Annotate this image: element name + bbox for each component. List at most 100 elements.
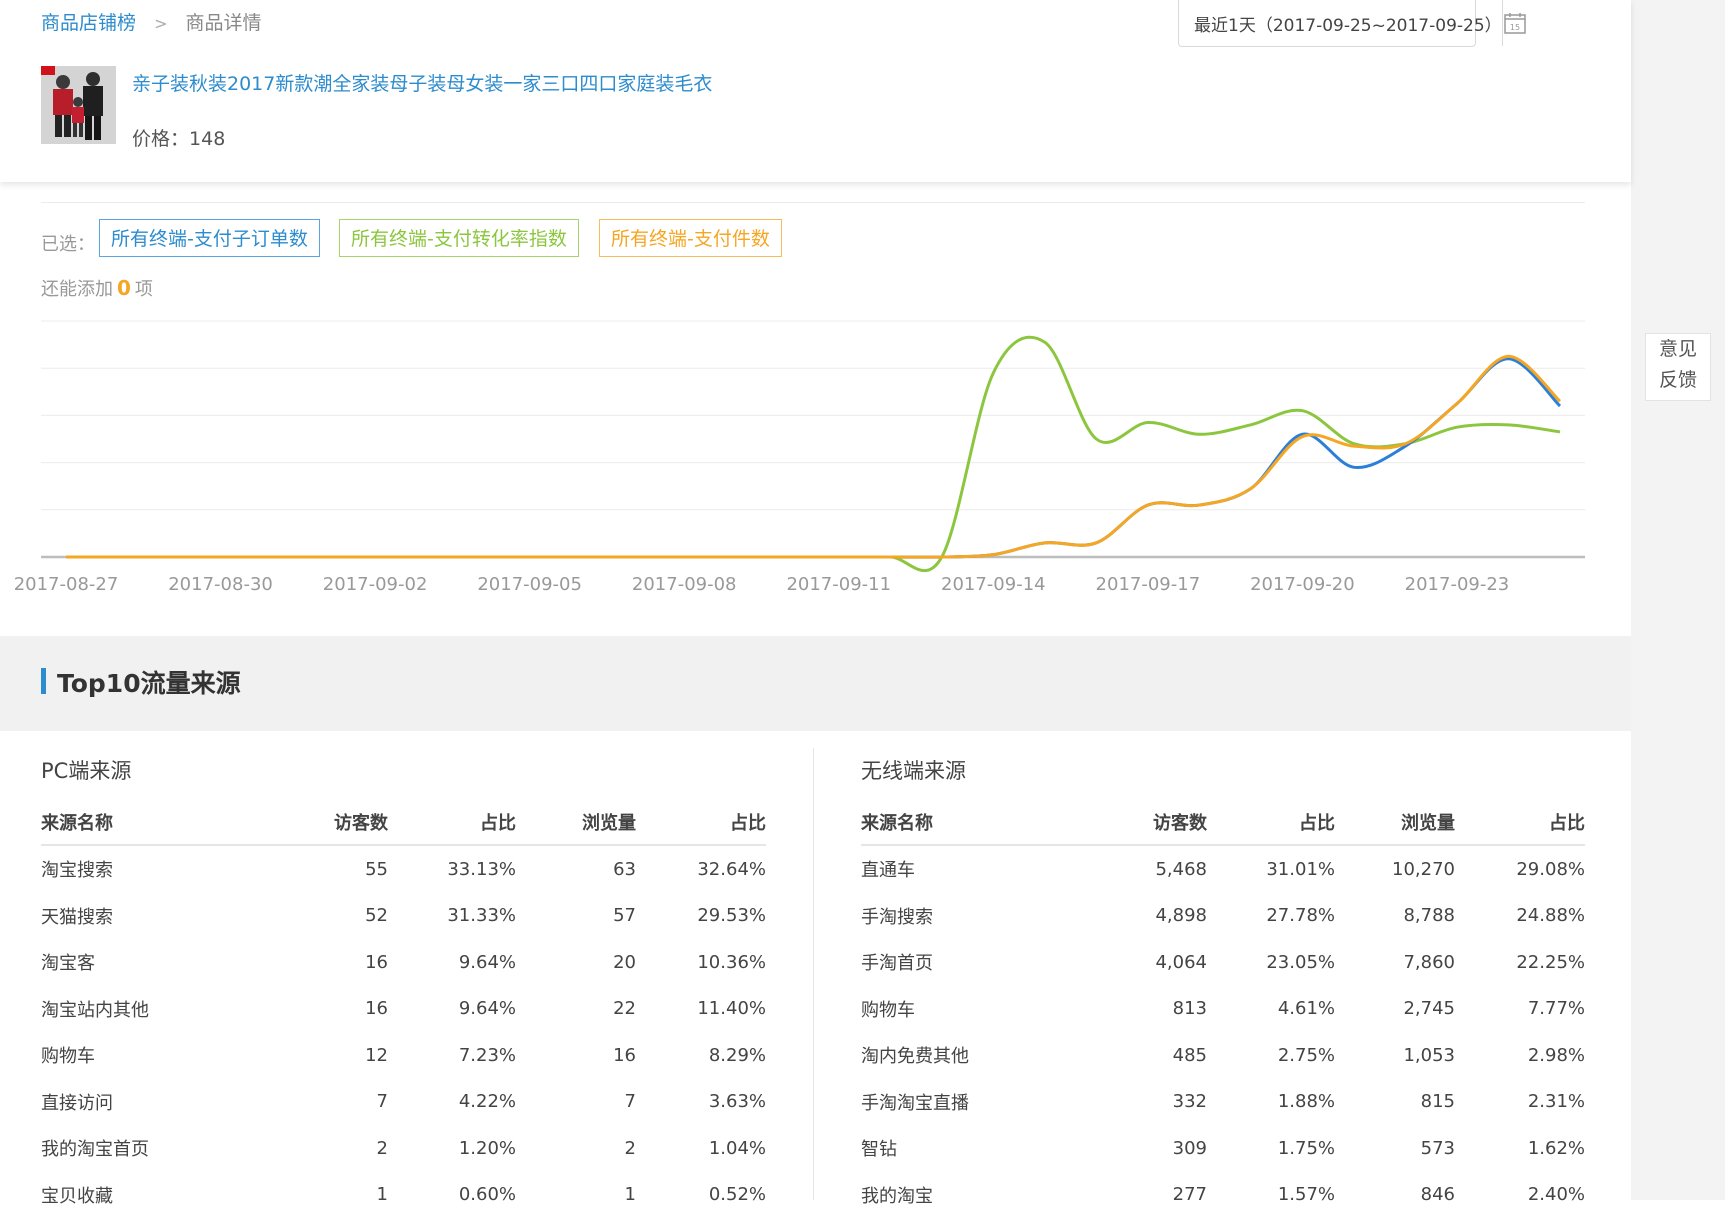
cell-visitors: 12	[241, 1032, 388, 1079]
feedback-button[interactable]: 意见 反馈	[1645, 333, 1711, 401]
cell-visitor-share: 23.05%	[1207, 939, 1335, 986]
section-header-band	[0, 636, 1631, 731]
section-accent-bar	[41, 668, 46, 694]
col-header-pageviews[interactable]: 浏览量	[516, 800, 636, 845]
col-header-pageview-share[interactable]: 占比	[636, 800, 766, 845]
cell-source-name: 购物车	[861, 986, 1061, 1033]
cell-source-name: 淘宝站内其他	[41, 986, 241, 1033]
col-header-visitor-share[interactable]: 占比	[1207, 800, 1335, 845]
cell-pageviews: 63	[516, 845, 636, 893]
cell-visitor-share: 33.13%	[388, 845, 516, 893]
cell-pageview-share: 2.98%	[1455, 1032, 1585, 1079]
col-header-pageviews[interactable]: 浏览量	[1335, 800, 1455, 845]
table-row[interactable]: 淘内免费其他4852.75%1,0532.98%	[861, 1032, 1585, 1079]
cell-pageview-share: 11.40%	[636, 986, 766, 1033]
breadcrumb-link-shop-ranking[interactable]: 商品店铺榜	[41, 12, 136, 34]
cell-pageview-share: 24.88%	[1455, 893, 1585, 940]
table-row[interactable]: 手淘淘宝直播3321.88%8152.31%	[861, 1079, 1585, 1126]
cell-pageviews: 815	[1335, 1079, 1455, 1126]
divider	[41, 202, 1585, 203]
col-header-pageview-share[interactable]: 占比	[1455, 800, 1585, 845]
table-row[interactable]: 宝贝收藏10.60%10.52%	[41, 1172, 766, 1218]
table-row[interactable]: 购物车8134.61%2,7457.77%	[861, 986, 1585, 1033]
metric-tag-pay-conversion[interactable]: 所有终端-支付转化率指数	[339, 219, 579, 257]
mobile-source-title: 无线端来源	[861, 755, 966, 785]
cell-visitors: 7	[241, 1079, 388, 1126]
cell-visitor-share: 4.22%	[388, 1079, 516, 1126]
feedback-line-1: 意见	[1646, 334, 1710, 365]
cell-visitor-share: 4.61%	[1207, 986, 1335, 1033]
table-row[interactable]: 智钻3091.75%5731.62%	[861, 1125, 1585, 1172]
cell-source-name: 宝贝收藏	[41, 1172, 241, 1218]
breadcrumb: 商品店铺榜 > 商品详情	[41, 8, 262, 35]
table-row[interactable]: 手淘搜索4,89827.78%8,78824.88%	[861, 893, 1585, 940]
col-header-source: 来源名称	[41, 800, 241, 845]
table-row[interactable]: 天猫搜索5231.33%5729.53%	[41, 893, 766, 940]
col-header-visitors[interactable]: 访客数	[241, 800, 388, 845]
cell-source-name: 直通车	[861, 845, 1061, 893]
add-hint-suffix: 项	[135, 279, 153, 300]
cell-pageviews: 846	[1335, 1172, 1455, 1218]
table-row[interactable]: 我的淘宝首页21.20%21.04%	[41, 1125, 766, 1172]
cell-source-name: 手淘搜索	[861, 893, 1061, 940]
cell-visitors: 4,064	[1061, 939, 1207, 986]
metric-tag-pay-items[interactable]: 所有终端-支付件数	[599, 219, 782, 257]
cell-visitors: 16	[241, 939, 388, 986]
col-header-visitors[interactable]: 访客数	[1061, 800, 1207, 845]
cell-pageview-share: 2.40%	[1455, 1172, 1585, 1218]
selected-label: 已选：	[41, 230, 95, 256]
add-metric-hint: 还能添加0项	[41, 275, 153, 301]
date-range-picker[interactable]: 最近1天（2017-09-25~2017-09-25） 15	[1178, 0, 1476, 47]
pc-source-table: 来源名称 访客数 占比 浏览量 占比 淘宝搜索5533.13%6332.64%天…	[41, 800, 766, 1218]
cell-source-name: 天猫搜索	[41, 893, 241, 940]
cell-pageviews: 1,053	[1335, 1032, 1455, 1079]
calendar-icon: 15	[1503, 11, 1527, 35]
breadcrumb-separator: >	[154, 14, 167, 33]
cell-pageview-share: 2.31%	[1455, 1079, 1585, 1126]
section-title: Top10流量来源	[57, 664, 241, 700]
cell-pageview-share: 29.08%	[1455, 845, 1585, 893]
series-line-pay-suborders	[66, 359, 1560, 557]
product-price: 价格：148	[132, 124, 225, 151]
calendar-icon-day: 15	[1510, 23, 1520, 32]
x-tick-label: 2017-09-02	[323, 574, 428, 595]
column-divider	[813, 748, 814, 1200]
table-row[interactable]: 手淘首页4,06423.05%7,86022.25%	[861, 939, 1585, 986]
date-range-label[interactable]: 最近1天（2017-09-25~2017-09-25）	[1179, 11, 1502, 36]
metric-tag-pay-suborders[interactable]: 所有终端-支付子订单数	[99, 219, 320, 257]
cell-source-name: 智钻	[861, 1125, 1061, 1172]
cell-pageviews: 57	[516, 893, 636, 940]
cell-pageviews: 22	[516, 986, 636, 1033]
right-gutter	[1631, 0, 1725, 1200]
table-row[interactable]: 淘宝搜索5533.13%6332.64%	[41, 845, 766, 893]
cell-pageview-share: 22.25%	[1455, 939, 1585, 986]
table-row[interactable]: 淘宝客169.64%2010.36%	[41, 939, 766, 986]
cell-pageviews: 573	[1335, 1125, 1455, 1172]
table-row[interactable]: 直通车5,46831.01%10,27029.08%	[861, 845, 1585, 893]
table-row[interactable]: 购物车127.23%168.29%	[41, 1032, 766, 1079]
cell-visitors: 332	[1061, 1079, 1207, 1126]
cell-pageview-share: 10.36%	[636, 939, 766, 986]
cell-source-name: 我的淘宝首页	[41, 1125, 241, 1172]
cell-visitor-share: 1.88%	[1207, 1079, 1335, 1126]
cell-source-name: 我的淘宝	[861, 1172, 1061, 1218]
x-tick-label: 2017-08-27	[14, 574, 119, 595]
cell-visitors: 485	[1061, 1032, 1207, 1079]
table-row[interactable]: 直接访问74.22%73.63%	[41, 1079, 766, 1126]
cell-pageviews: 10,270	[1335, 845, 1455, 893]
col-header-visitor-share[interactable]: 占比	[388, 800, 516, 845]
product-title-link[interactable]: 亲子装秋装2017新款潮全家装母子装母女装一家三口四口家庭装毛衣	[132, 69, 712, 96]
table-row[interactable]: 淘宝站内其他169.64%2211.40%	[41, 986, 766, 1033]
table-row[interactable]: 我的淘宝2771.57%8462.40%	[861, 1172, 1585, 1218]
cell-pageview-share: 29.53%	[636, 893, 766, 940]
x-tick-label: 2017-09-08	[632, 574, 737, 595]
cell-pageviews: 2	[516, 1125, 636, 1172]
cell-visitor-share: 31.33%	[388, 893, 516, 940]
cell-visitor-share: 27.78%	[1207, 893, 1335, 940]
cell-visitor-share: 2.75%	[1207, 1032, 1335, 1079]
calendar-button[interactable]: 15	[1502, 0, 1527, 46]
cell-source-name: 购物车	[41, 1032, 241, 1079]
cell-visitors: 309	[1061, 1125, 1207, 1172]
cell-source-name: 淘内免费其他	[861, 1032, 1061, 1079]
product-thumbnail[interactable]	[41, 66, 116, 144]
